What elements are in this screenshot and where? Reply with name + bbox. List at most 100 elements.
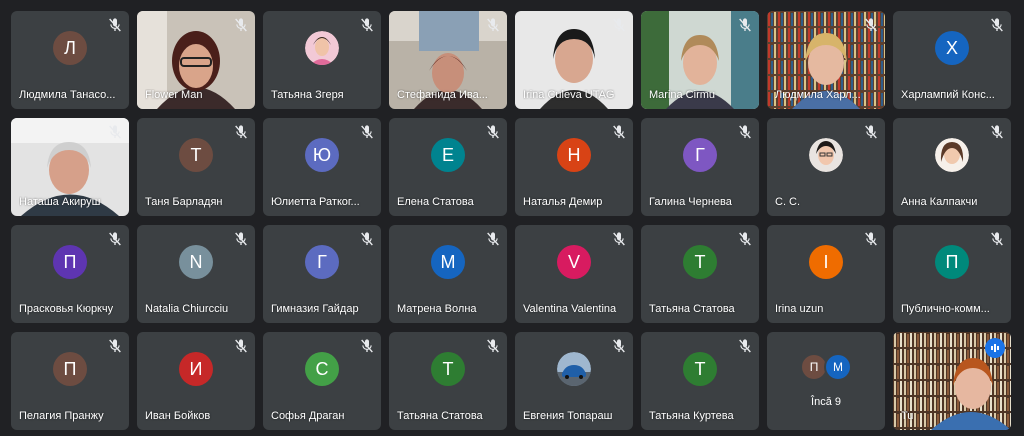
mic-off-icon: [485, 124, 501, 140]
speaking-indicator-icon: [985, 338, 1005, 358]
participant-avatar: С: [305, 352, 339, 387]
mic-off-icon: [611, 124, 627, 140]
participant-name: С. С.: [775, 196, 801, 208]
more-avatars: ПM: [800, 353, 852, 382]
participant-tile[interactable]: Стефанида Ива...: [389, 11, 507, 109]
participant-name: Юлиетта Раткoг...: [271, 196, 360, 208]
participant-tile[interactable]: П Пелагия Пранжу: [11, 332, 129, 430]
participant-avatar: I: [809, 245, 843, 280]
participant-tile[interactable]: Наташа Акируш: [11, 118, 129, 216]
participant-tile[interactable]: И Иван Бойков: [137, 332, 255, 430]
participant-avatar: П: [935, 245, 969, 280]
participant-avatar: Г: [683, 138, 717, 173]
participant-tile[interactable]: Анна Калпакчи: [893, 118, 1011, 216]
participant-tile[interactable]: М Матрена Волна: [389, 225, 507, 323]
mic-off-icon: [989, 17, 1005, 33]
participant-name: Публично-комм...: [901, 303, 990, 315]
participant-tile[interactable]: Т Татьяна Статова: [641, 225, 759, 323]
participant-avatar: Г: [305, 245, 339, 280]
participant-avatar: Ю: [305, 138, 339, 173]
participant-tile[interactable]: N Natalia Chiurcciu: [137, 225, 255, 323]
participant-name: Marina Cirmu: [649, 89, 716, 101]
participant-name: Татьяна Статова: [397, 410, 483, 422]
participant-avatar: Т: [431, 352, 465, 387]
participant-tile[interactable]: Е Елена Статова: [389, 118, 507, 216]
participant-tile[interactable]: Irina Culeva UTAG: [515, 11, 633, 109]
participant-avatar: V: [557, 245, 591, 280]
mic-off-icon: [863, 124, 879, 140]
participant-tile[interactable]: V Valentina Valentina: [515, 225, 633, 323]
participant-photo: [809, 138, 843, 173]
participant-name: Людмила Харл...: [775, 89, 861, 101]
participant-tile[interactable]: Людмила Харл...: [767, 11, 885, 109]
mic-off-icon: [359, 231, 375, 247]
mic-off-icon: [485, 338, 501, 354]
participant-name: Tu: [901, 410, 914, 422]
participant-tile[interactable]: Евгения Топараш: [515, 332, 633, 430]
mic-off-icon: [107, 231, 123, 247]
mic-off-icon: [359, 17, 375, 33]
participant-tile[interactable]: П Прасковья Кюркчу: [11, 225, 129, 323]
mic-off-icon: [233, 17, 249, 33]
participant-tile[interactable]: С Софья Драган: [263, 332, 381, 430]
participant-tile[interactable]: Г Гимназия Гайдар: [263, 225, 381, 323]
participant-name: Галина Чернева: [649, 196, 732, 208]
mini-avatar: M: [824, 353, 852, 382]
mic-off-icon: [107, 338, 123, 354]
participant-tile[interactable]: Flower Man: [137, 11, 255, 109]
mic-off-icon: [485, 17, 501, 33]
participant-avatar: Л: [53, 31, 87, 66]
participant-tile[interactable]: Н Наталья Демир: [515, 118, 633, 216]
participant-tile[interactable]: I Irina uzun: [767, 225, 885, 323]
participant-name: Елена Статова: [397, 196, 474, 208]
participant-tile[interactable]: Л Людмила Танасо...: [11, 11, 129, 109]
self-view-tile[interactable]: Tu: [893, 332, 1011, 430]
more-participants-tile[interactable]: П M Încă 9: [767, 332, 885, 430]
participant-avatar: Х: [935, 31, 969, 66]
participant-avatar: Т: [683, 352, 717, 387]
participant-tile[interactable]: С. С.: [767, 118, 885, 216]
participant-tile[interactable]: Татьяна Згеря: [263, 11, 381, 109]
more-label: Încă 9: [811, 396, 841, 408]
mic-off-icon: [863, 231, 879, 247]
mic-off-icon: [359, 124, 375, 140]
participant-name: Евгения Топараш: [523, 410, 613, 422]
participant-tile[interactable]: Т Татьяна Куртева: [641, 332, 759, 430]
participant-tile[interactable]: Marina Cirmu: [641, 11, 759, 109]
participant-tile[interactable]: П Публично-комм...: [893, 225, 1011, 323]
participant-tile[interactable]: Ю Юлиетта Раткoг...: [263, 118, 381, 216]
participant-avatar: N: [179, 245, 213, 280]
participant-tile[interactable]: Т Таня Барладян: [137, 118, 255, 216]
participant-photo: [935, 138, 969, 173]
participant-tile[interactable]: Т Татьяна Статова: [389, 332, 507, 430]
mic-off-icon: [737, 124, 753, 140]
participant-name: Таня Барладян: [145, 196, 223, 208]
participant-name: Наташа Акируш: [19, 196, 101, 208]
participant-name: Татьяна Статова: [649, 303, 735, 315]
participant-avatar: И: [179, 352, 213, 387]
participant-tile[interactable]: Г Галина Чернева: [641, 118, 759, 216]
participant-name: Flower Man: [145, 89, 203, 101]
mic-off-icon: [233, 338, 249, 354]
participant-name: Иван Бойков: [145, 410, 211, 422]
participant-photo: [305, 31, 339, 66]
participant-avatar: Т: [683, 245, 717, 280]
participant-name: Матрена Волна: [397, 303, 477, 315]
mic-off-icon: [359, 338, 375, 354]
mic-off-icon: [989, 124, 1005, 140]
participant-avatar: Т: [179, 138, 213, 173]
participant-avatar: Н: [557, 138, 591, 173]
participant-name: Харлампий Конс...: [901, 89, 995, 101]
participant-name: Анна Калпакчи: [901, 196, 978, 208]
participant-name: Стефанида Ива...: [397, 89, 488, 101]
participant-tile[interactable]: Х Харлампий Конс...: [893, 11, 1011, 109]
mic-off-icon: [989, 231, 1005, 247]
participant-avatar: М: [431, 245, 465, 280]
mic-off-icon: [737, 338, 753, 354]
mic-off-icon: [233, 124, 249, 140]
participant-name: Valentina Valentina: [523, 303, 617, 315]
mic-off-icon: [233, 231, 249, 247]
participant-grid: Л Людмила Танасо... Flower Man Татьяна Згер…: [11, 11, 1011, 430]
mic-off-icon: [611, 17, 627, 33]
mic-off-icon: [737, 231, 753, 247]
